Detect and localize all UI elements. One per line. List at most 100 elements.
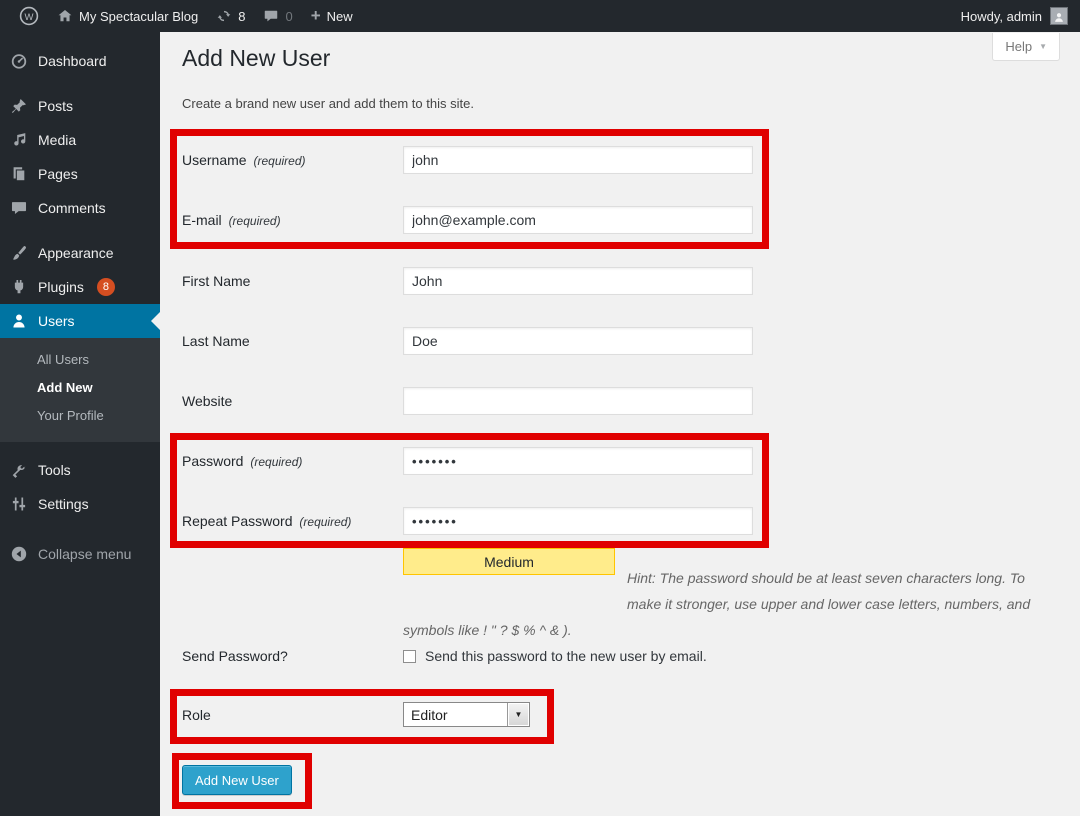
sidebar-item-label: Media [38,132,76,148]
dashboard-icon [9,52,29,70]
first-name-row: First Name [182,267,753,295]
sidebar-item-label: Settings [38,496,89,512]
email-input[interactable] [403,206,753,234]
collapse-menu-label: Collapse menu [38,546,131,562]
website-label-text: Website [182,393,232,409]
submenu-item-add-new[interactable]: Add New [0,374,160,402]
send-password-checkbox[interactable] [403,650,416,663]
comments-icon [9,199,29,217]
wordpress-logo-menu[interactable]: W [10,0,48,32]
paintbrush-icon [9,244,29,262]
sidebar-item-tools[interactable]: Tools [0,453,160,487]
sidebar-item-users[interactable]: Users [0,304,160,338]
pushpin-icon [9,97,29,115]
pages-icon [9,165,29,183]
repeat-password-label-text: Repeat Password [182,513,293,529]
home-icon [57,8,73,24]
admin-bar: W My Spectacular Blog 8 0 + New Howdy, [0,0,1080,32]
first-name-input[interactable] [403,267,753,295]
repeat-password-row: Repeat Password (required) [182,507,753,535]
sidebar-item-posts[interactable]: Posts [0,89,160,123]
last-name-input[interactable] [403,327,753,355]
send-password-label-text: Send Password? [182,648,288,664]
required-hint: (required) [253,154,305,168]
repeat-password-input[interactable] [403,507,753,535]
role-selected-value: Editor [404,707,507,723]
role-row: Role Editor ▼ [182,702,530,727]
page-title: Add New User [182,44,330,74]
send-password-option: Send this password to the new user by em… [403,648,707,664]
first-name-label: First Name [182,273,403,289]
sidebar-item-label: Comments [38,200,106,216]
updates-link[interactable]: 8 [207,0,254,32]
sidebar-item-dashboard[interactable]: Dashboard [0,44,160,78]
sidebar-item-label: Plugins [38,279,84,295]
page-subtitle: Create a brand new user and add them to … [182,96,474,111]
users-submenu: All Users Add New Your Profile [0,338,160,442]
password-label: Password (required) [182,453,403,469]
repeat-password-label: Repeat Password (required) [182,513,403,529]
sidebar-item-label: Pages [38,166,78,182]
collapse-arrow-icon [9,545,29,563]
submenu-item-all-users[interactable]: All Users [0,346,160,374]
sidebar-item-label: Tools [38,462,71,478]
sidebar-item-plugins[interactable]: Plugins 8 [0,270,160,304]
last-name-label-text: Last Name [182,333,250,349]
main-content: Help ▼ Add New User Create a brand new u… [160,32,1080,816]
comment-count: 0 [285,9,292,24]
settings-icon [9,495,29,513]
comment-bubble-icon [263,8,279,24]
send-password-label: Send Password? [182,648,403,664]
required-hint: (required) [299,515,351,529]
website-input[interactable] [403,387,753,415]
sidebar-item-label: Dashboard [38,53,107,69]
avatar[interactable] [1050,7,1068,25]
plugin-icon [9,278,29,296]
sidebar-item-label: Users [38,313,75,329]
submenu-item-your-profile[interactable]: Your Profile [0,402,160,430]
send-password-row: Send Password? Send this password to the… [182,646,707,666]
update-count: 8 [238,9,245,24]
role-label: Role [182,707,403,723]
howdy-text[interactable]: Howdy, admin [961,9,1042,24]
sidebar-item-comments[interactable]: Comments [0,191,160,225]
sidebar-item-label: Appearance [38,245,114,261]
password-input[interactable] [403,447,753,475]
new-label: New [327,9,353,24]
last-name-row: Last Name [182,327,753,355]
select-dropdown-arrow-icon: ▼ [507,703,529,726]
username-row: Username (required) [182,146,753,174]
help-button[interactable]: Help ▼ [992,33,1060,61]
new-content-menu[interactable]: + New [302,0,362,32]
password-row: Password (required) [182,447,753,475]
required-hint: (required) [250,455,302,469]
first-name-label-text: First Name [182,273,250,289]
add-new-user-button[interactable]: Add New User [182,765,292,795]
comments-link[interactable]: 0 [254,0,301,32]
role-select[interactable]: Editor ▼ [403,702,530,727]
plus-icon: + [311,7,321,24]
website-label: Website [182,393,403,409]
plugins-update-badge: 8 [97,278,115,296]
sidebar-item-settings[interactable]: Settings [0,487,160,521]
wrench-icon [9,461,29,479]
role-label-text: Role [182,707,211,723]
sidebar-item-appearance[interactable]: Appearance [0,236,160,270]
help-button-label: Help [1005,39,1032,54]
sidebar-item-label: Posts [38,98,73,114]
password-hint: Hint: The password should be at least se… [403,565,1043,643]
password-label-text: Password [182,453,243,469]
site-name-link[interactable]: My Spectacular Blog [48,0,207,32]
site-name: My Spectacular Blog [79,9,198,24]
username-label-text: Username [182,152,247,168]
website-row: Website [182,387,753,415]
send-password-checkbox-label: Send this password to the new user by em… [425,648,707,664]
username-input[interactable] [403,146,753,174]
email-row: E-mail (required) [182,206,753,234]
admin-sidebar: Dashboard Posts Media Pages Comments App… [0,32,160,816]
sidebar-item-media[interactable]: Media [0,123,160,157]
media-icon [9,131,29,149]
update-icon [216,8,232,24]
sidebar-item-pages[interactable]: Pages [0,157,160,191]
collapse-menu-button[interactable]: Collapse menu [0,537,160,571]
